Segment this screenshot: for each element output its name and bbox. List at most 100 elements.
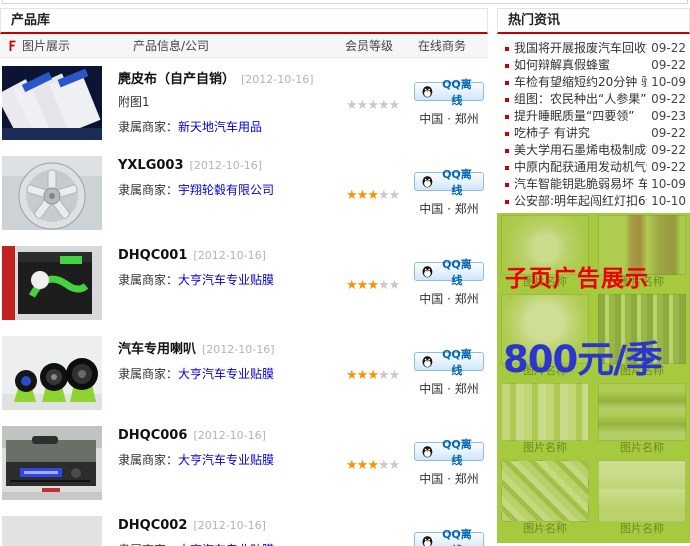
- product-extra: 附图1: [118, 93, 338, 110]
- star-empty-icon: ★: [389, 188, 400, 203]
- ad-banner-area[interactable]: 图片名称图片名称图片名称图片名称图片名称图片名称图片名称图片名称 子页广告展示 …: [497, 213, 690, 543]
- bullet-icon: [505, 47, 509, 51]
- news-link[interactable]: 如何辩解真假蜂蜜: [514, 57, 647, 74]
- star-filled-icon: ★: [346, 278, 357, 293]
- ad-product-cell[interactable]: 图片名称: [598, 460, 686, 536]
- star-filled-icon: ★: [357, 278, 368, 293]
- qq-penguin-icon: [421, 355, 434, 368]
- star-filled-icon: ★: [367, 278, 378, 293]
- product-merchant-line: 隶属商家：大亨汽车专业贴膜: [118, 271, 338, 288]
- news-date: 09-22: [651, 142, 686, 159]
- ad-grid-row: 图片名称图片名称: [501, 460, 686, 536]
- bullet-icon: [505, 81, 509, 85]
- product-info: YXLG003[2012-10-16] 隶属商家：宇翔轮毂有限公司: [118, 158, 338, 198]
- qq-offline-button[interactable]: QQ离线: [414, 82, 484, 101]
- packet-pile-image: [501, 460, 589, 522]
- ad-product-cell[interactable]: 图片名称: [501, 383, 589, 455]
- news-item[interactable]: 汽车智能钥匙脆弱易坏 车主需10-09: [503, 176, 686, 193]
- merchant-link[interactable]: 新天地汽车用品: [178, 120, 262, 134]
- news-item[interactable]: 如何辩解真假蜂蜜09-22: [503, 57, 686, 74]
- merchant-link[interactable]: 大亨汽车专业贴膜: [178, 367, 274, 381]
- qq-offline-button[interactable]: QQ离线: [414, 262, 484, 281]
- news-date: 09-23: [651, 108, 686, 125]
- qq-offline-button[interactable]: QQ离线: [414, 172, 484, 191]
- product-title-text[interactable]: DHQC002: [118, 518, 187, 533]
- news-date: 10-09: [651, 176, 686, 193]
- news-link[interactable]: 提升睡眠质量“四要领”: [514, 108, 647, 125]
- product-location: 中国 · 郑州: [414, 110, 484, 127]
- product-title[interactable]: DHQC002[2012-10-16]: [118, 518, 338, 533]
- star-filled-icon: ★: [367, 368, 378, 383]
- wheel-rim-photo[interactable]: [2, 156, 102, 230]
- speakers-photo[interactable]: [2, 336, 102, 410]
- product-list: 麂皮布（自产自销） [2012-10-16] 附图1 隶属商家： 新天地汽车用品 ★…: [0, 58, 488, 546]
- news-link[interactable]: 组图：农民种出“人参果”！: [514, 91, 647, 108]
- product-title-text[interactable]: YXLG003: [118, 158, 184, 173]
- news-link[interactable]: 我国将开展报废汽车回收拆解: [514, 40, 647, 57]
- qq-button-label: QQ离线: [437, 256, 477, 288]
- news-item[interactable]: 美大学用石墨烯电极制成锂电09-22: [503, 142, 686, 159]
- star-empty-icon: ★: [346, 98, 357, 113]
- news-link[interactable]: 中原内配获通用发动机气缸套: [514, 159, 647, 176]
- car-stereo-photo[interactable]: [2, 426, 102, 500]
- qq-offline-button[interactable]: QQ离线: [414, 532, 484, 546]
- product-title[interactable]: DHQC006[2012-10-16]: [118, 428, 338, 443]
- product-title[interactable]: 麂皮布（自产自销） [2012-10-16]: [118, 68, 338, 87]
- star-filled-icon: ★: [357, 188, 368, 203]
- news-item[interactable]: 车检有望缩短约20分钟 验车将10-09: [503, 74, 686, 91]
- gray-photo[interactable]: [2, 516, 102, 546]
- news-item[interactable]: 提升睡眠质量“四要领”09-23: [503, 108, 686, 125]
- column-online-business: 在线商务: [418, 34, 466, 58]
- column-image-label: 图片展示: [22, 34, 70, 58]
- news-link[interactable]: 美大学用石墨烯电极制成锂电: [514, 142, 647, 159]
- news-link[interactable]: 车检有望缩短约20分钟 验车将: [514, 74, 647, 91]
- product-info: DHQC001[2012-10-16] 隶属商家：大亨汽车专业贴膜: [118, 248, 338, 288]
- ad-product-cell[interactable]: 图片名称: [501, 460, 589, 536]
- product-title[interactable]: 汽车专用喇叭[2012-10-16]: [118, 338, 338, 357]
- merchant-link[interactable]: 大亨汽车专业贴膜: [178, 453, 274, 467]
- product-title-text[interactable]: 麂皮布（自产自销）: [118, 72, 235, 87]
- member-level-stars: ★★★★★: [346, 458, 406, 473]
- news-link[interactable]: 吃柿子 有讲究: [514, 125, 647, 142]
- ad-image-caption: 图片名称: [501, 522, 589, 536]
- qq-offline-button[interactable]: QQ离线: [414, 442, 484, 461]
- news-link[interactable]: 汽车智能钥匙脆弱易坏 车主需: [514, 176, 647, 193]
- star-empty-icon: ★: [378, 278, 389, 293]
- news-item[interactable]: 公安部:明年起闯红灯扣6分 挡10-10: [503, 193, 686, 210]
- suede-cloth-photo[interactable]: [2, 66, 102, 140]
- product-title[interactable]: YXLG003[2012-10-16]: [118, 158, 338, 173]
- ad-image-caption: 图片名称: [501, 441, 589, 455]
- qq-penguin-icon: [421, 265, 434, 278]
- star-empty-icon: ★: [389, 368, 400, 383]
- product-date: [2012-10-16]: [241, 73, 314, 86]
- qq-button-label: QQ离线: [437, 346, 477, 378]
- product-location: 中国 · 郑州: [414, 290, 484, 307]
- star-empty-icon: ★: [389, 98, 400, 113]
- merchant-link[interactable]: 大亨汽车专业贴膜: [178, 273, 274, 287]
- news-item[interactable]: 我国将开展报废汽车回收拆解09-22: [503, 40, 686, 57]
- qq-offline-button[interactable]: QQ离线: [414, 352, 484, 371]
- table-row: DHQC002[2012-10-16] 隶属商家：大亨汽车专业贴膜 ★★★★★ …: [0, 508, 488, 546]
- merchant-link[interactable]: 宇翔轮毂有限公司: [178, 183, 274, 197]
- product-title[interactable]: DHQC001[2012-10-16]: [118, 248, 338, 263]
- bullet-icon: [505, 132, 509, 136]
- ad-product-cell[interactable]: 图片名称: [598, 383, 686, 455]
- qq-penguin-icon: [421, 445, 434, 458]
- news-item[interactable]: 吃柿子 有讲究09-22: [503, 125, 686, 142]
- news-item[interactable]: 中原内配获通用发动机气缸套09-22: [503, 159, 686, 176]
- bullet-icon: [505, 183, 509, 187]
- green-box-photo[interactable]: [2, 246, 102, 320]
- hot-news-title: 热门资讯: [497, 8, 690, 34]
- news-link[interactable]: 公安部:明年起闯红灯扣6分 挡: [514, 193, 647, 210]
- product-title-text[interactable]: DHQC006: [118, 428, 187, 443]
- product-merchant-line: 隶属商家：大亨汽车专业贴膜: [118, 541, 338, 546]
- star-empty-icon: ★: [378, 458, 389, 473]
- product-library-panel: 产品库 图片展示 产品信息/公司 会员等级 在线商务 麂皮布（自产自销）[201…: [0, 8, 488, 546]
- product-title-text[interactable]: DHQC001: [118, 248, 187, 263]
- merchant-label: 隶属商家：: [118, 273, 178, 287]
- star-empty-icon: ★: [378, 368, 389, 383]
- product-title-text[interactable]: 汽车专用喇叭: [118, 342, 196, 357]
- table-row: 汽车专用喇叭[2012-10-16] 隶属商家：大亨汽车专业贴膜 ★★★★★ Q…: [0, 328, 488, 418]
- news-item[interactable]: 组图：农民种出“人参果”！09-22: [503, 91, 686, 108]
- product-table-header: 图片展示 产品信息/公司 会员等级 在线商务: [0, 34, 488, 58]
